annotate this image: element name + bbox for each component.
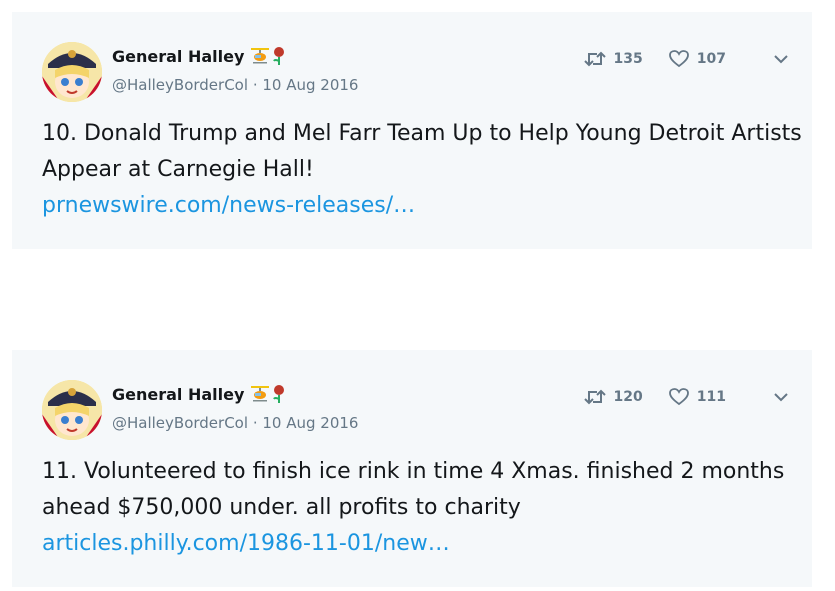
retweet-count: 120 xyxy=(613,389,643,405)
like-button[interactable]: 111 xyxy=(668,388,726,406)
avatar[interactable] xyxy=(42,380,102,440)
tweet-body: 11. Volunteered to finish ice rink in ti… xyxy=(42,454,802,562)
tweet-text: 11. Volunteered to finish ice rink in ti… xyxy=(42,459,785,520)
tweet-card[interactable]: General Halley @HalleyBorderCol · 10 Aug… xyxy=(12,350,812,587)
chevron-down-icon xyxy=(774,393,788,402)
tweet-date[interactable]: 10 Aug 2016 xyxy=(262,414,358,432)
handle-and-date: @HalleyBorderCol · 10 Aug 2016 xyxy=(112,76,358,94)
separator: · xyxy=(252,76,258,94)
like-count: 111 xyxy=(696,389,726,405)
retweet-button[interactable]: 120 xyxy=(583,389,643,405)
tweet-link[interactable]: articles.philly.com/1986-11-01/new… xyxy=(42,526,802,562)
tweet-body: 10. Donald Trump and Mel Farr Team Up to… xyxy=(42,116,802,224)
retweet-count: 135 xyxy=(613,51,643,67)
chevron-down-icon xyxy=(774,55,788,64)
retweet-icon xyxy=(583,51,606,67)
name-emoji xyxy=(250,46,286,66)
tweet-card[interactable]: General Halley @HalleyBorderCol · 10 Aug… xyxy=(12,12,812,249)
display-name[interactable]: General Halley xyxy=(112,47,244,66)
helicopter-icon xyxy=(251,48,270,64)
handle[interactable]: @HalleyBorderCol xyxy=(112,414,248,432)
handle[interactable]: @HalleyBorderCol xyxy=(112,76,248,94)
name-emoji xyxy=(250,384,286,404)
like-button[interactable]: 107 xyxy=(668,50,726,68)
separator: · xyxy=(252,414,258,432)
handle-and-date: @HalleyBorderCol · 10 Aug 2016 xyxy=(112,414,358,432)
rose-icon xyxy=(273,47,285,65)
retweet-button[interactable]: 135 xyxy=(583,51,643,67)
display-name[interactable]: General Halley xyxy=(112,385,244,404)
more-options-button[interactable] xyxy=(770,386,792,408)
like-count: 107 xyxy=(696,51,726,67)
rose-icon xyxy=(273,385,285,403)
heart-icon xyxy=(668,50,689,68)
tweet-date[interactable]: 10 Aug 2016 xyxy=(262,76,358,94)
avatar[interactable] xyxy=(42,42,102,102)
retweet-icon xyxy=(583,389,606,405)
tweet-link[interactable]: prnewswire.com/news-releases/… xyxy=(42,188,802,224)
helicopter-icon xyxy=(251,386,270,402)
more-options-button[interactable] xyxy=(770,48,792,70)
heart-icon xyxy=(668,388,689,406)
tweet-text: 10. Donald Trump and Mel Farr Team Up to… xyxy=(42,121,802,182)
